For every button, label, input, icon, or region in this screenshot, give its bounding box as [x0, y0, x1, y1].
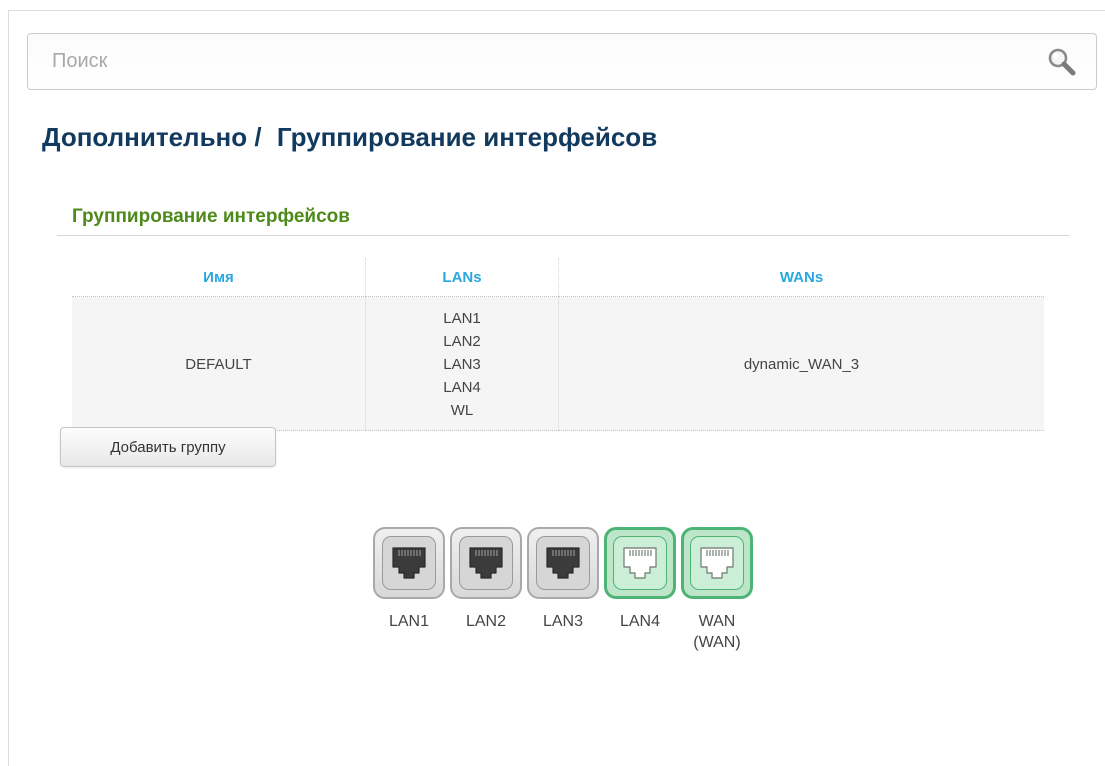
port-label: LAN3 — [542, 613, 584, 630]
port-box — [450, 527, 522, 599]
column-header-wans: WANs — [558, 258, 1044, 297]
port-box — [527, 527, 599, 599]
lan-entry: LAN3 — [443, 356, 481, 373]
column-header-name: Имя — [72, 258, 366, 297]
port-label: WAN (WAN) — [681, 611, 753, 653]
breadcrumb-parent[interactable]: Дополнительно — [42, 122, 247, 152]
groups-table: Имя LANs WANs DEFAULT LAN1 LAN2 LAN3 LAN… — [72, 258, 1044, 431]
port-label-sub: (WAN) — [693, 634, 741, 651]
table-row[interactable]: DEFAULT LAN1 LAN2 LAN3 LAN4 WL dynamic_W… — [72, 296, 1044, 431]
search-icon[interactable] — [1046, 46, 1078, 78]
port-wan[interactable]: WAN (WAN) — [681, 527, 753, 653]
port-label-main: WAN — [698, 613, 736, 630]
page-title: Дополнительно / Группирование интерфейсо… — [42, 122, 657, 153]
lan-entry: LAN4 — [443, 379, 481, 396]
port-label: LAN2 — [465, 613, 507, 630]
cell-group-name: DEFAULT — [72, 296, 366, 431]
port-lan4[interactable]: LAN4 — [604, 527, 676, 632]
lan-entry: LAN2 — [443, 333, 481, 350]
breadcrumb-current: Группирование интерфейсов — [276, 122, 658, 152]
column-header-lans: LANs — [365, 258, 559, 297]
search-input[interactable] — [28, 34, 1008, 89]
cell-wans: dynamic_WAN_3 — [558, 296, 1044, 431]
cell-lans: LAN1 LAN2 LAN3 LAN4 WL — [365, 296, 559, 431]
port-lan3[interactable]: LAN3 — [527, 527, 599, 632]
ethernet-port-icon — [536, 536, 590, 590]
ethernet-port-icon — [459, 536, 513, 590]
ethernet-port-icon — [690, 536, 744, 590]
lan-entry: LAN1 — [443, 310, 481, 327]
search-bar — [27, 33, 1097, 90]
port-lan2[interactable]: LAN2 — [450, 527, 522, 632]
add-group-button[interactable]: Добавить группу — [60, 427, 276, 467]
port-label: LAN1 — [388, 613, 430, 630]
port-box — [604, 527, 676, 599]
section-divider — [57, 235, 1070, 236]
port-box — [681, 527, 753, 599]
port-box — [373, 527, 445, 599]
lan-entry: WL — [450, 402, 474, 419]
table-header-row: Имя LANs WANs — [72, 258, 1044, 297]
breadcrumb-separator: / — [254, 122, 262, 152]
port-diagram: LAN1 LAN2 LAN3 LAN4 WAN (WAN) — [373, 527, 773, 667]
port-lan1[interactable]: LAN1 — [373, 527, 445, 632]
port-label: LAN4 — [619, 613, 661, 630]
ethernet-port-icon — [382, 536, 436, 590]
ethernet-port-icon — [613, 536, 667, 590]
section-title: Группирование интерфейсов — [72, 206, 350, 227]
